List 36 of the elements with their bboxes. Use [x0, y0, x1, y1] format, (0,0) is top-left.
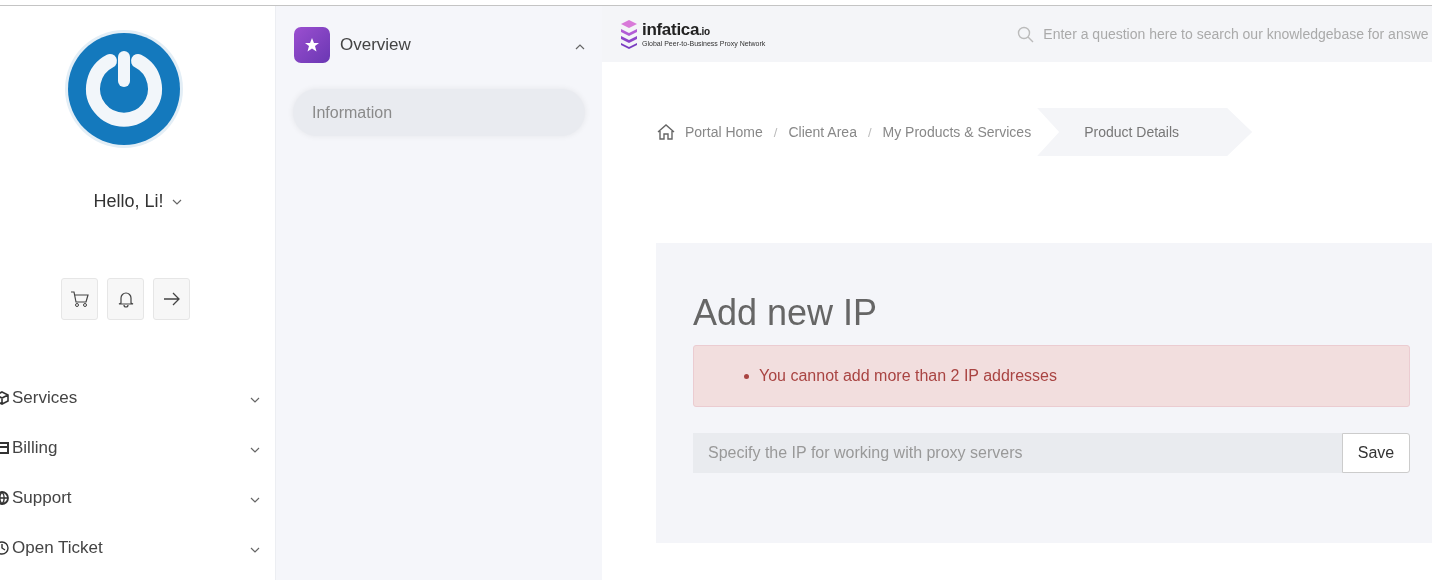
- section-title: Overview: [340, 35, 412, 55]
- logo-text: infatica.io: [642, 21, 711, 38]
- bullet-icon: [744, 373, 749, 379]
- search-field[interactable]: Enter a question here to search our knowledgebase for answe: [1043, 26, 1432, 42]
- search-icon: [1017, 25, 1035, 43]
- breadcrumb-link[interactable]: Product Details: [1037, 108, 1253, 156]
- nav-item[interactable]: Support: [0, 473, 260, 523]
- bell-icon: [117, 290, 134, 308]
- breadcrumb-separator: /: [867, 124, 872, 140]
- chevron-icon: [171, 198, 182, 205]
- nav-item[interactable]: Open Ticket: [0, 523, 260, 573]
- avatar-icon: [64, 29, 184, 149]
- chevron-icon: [250, 547, 260, 553]
- greeting-text: Hello, Li!: [93, 191, 164, 212]
- save-button[interactable]: Save: [1342, 433, 1410, 473]
- cart-button[interactable]: [61, 278, 98, 320]
- nav-item[interactable]: Services: [0, 373, 260, 423]
- logo-icon: [620, 19, 638, 49]
- breadcrumb-separator: /: [773, 124, 778, 140]
- chevron-icon: [250, 397, 260, 403]
- chevron-icon: [575, 44, 585, 50]
- star-icon: [304, 37, 320, 53]
- card-title: Add new IP: [693, 293, 879, 333]
- breadcrumb-link[interactable]: My Products & Services: [882, 124, 1032, 140]
- nav-item[interactable]: Billing: [0, 423, 260, 473]
- chevron-icon: [250, 497, 260, 503]
- notifications-button[interactable]: [107, 278, 144, 320]
- error-message: You cannot add more than 2 IP addresses: [759, 367, 1057, 385]
- breadcrumb-link[interactable]: Client Area: [788, 124, 857, 140]
- home-icon: [657, 124, 675, 140]
- arrow-right-icon: [162, 292, 181, 306]
- logout-button[interactable]: [153, 278, 190, 320]
- cart-icon: [69, 290, 90, 308]
- ip-field[interactable]: Specify the IP for working with proxy servers: [693, 433, 1342, 473]
- breadcrumb-link[interactable]: Portal Home: [685, 124, 763, 140]
- chevron-icon: [250, 447, 260, 453]
